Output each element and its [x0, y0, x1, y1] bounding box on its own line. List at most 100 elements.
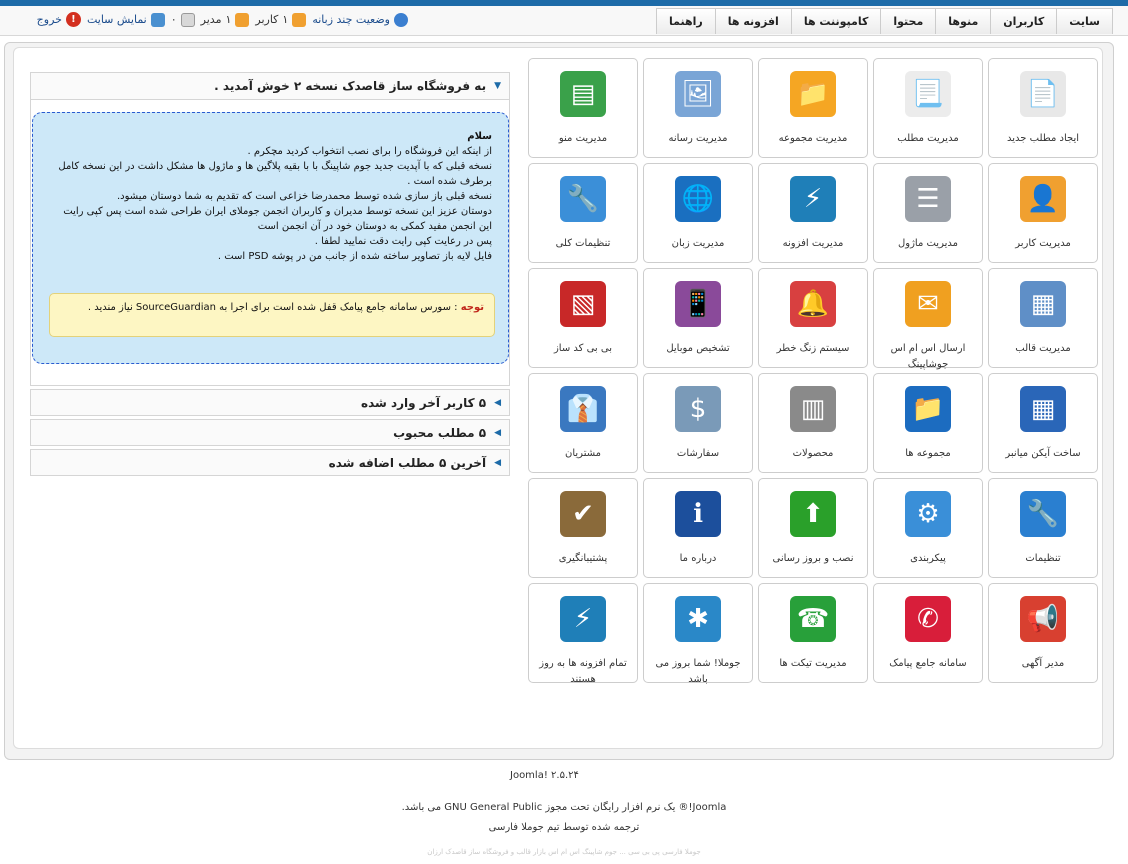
tile-label: مجموعه ها	[905, 448, 951, 459]
quick-icon-tile[interactable]: 📁 مجموعه ها	[873, 373, 983, 473]
folder-icon: 📁	[790, 71, 836, 117]
quick-icon-tile[interactable]: ✱ جوملا! شما بروز می باشد	[643, 583, 753, 685]
sms-icon: ✆	[905, 596, 951, 642]
module-icon: ☰	[905, 176, 951, 222]
menu-components[interactable]: کامپوننت ها	[790, 8, 882, 34]
tile-label: مدیریت مطلب	[897, 133, 959, 144]
tile-label: مدیریت کاربر	[1015, 238, 1071, 249]
tile-label: جوملا! شما بروز می باشد	[655, 658, 741, 685]
multilang-status[interactable]: وضعیت چند زبانه	[312, 12, 408, 27]
quick-icon-tile[interactable]: 🖼 مدیریت رسانه	[643, 58, 753, 158]
tile-label: تمام افزونه ها به روز هستند	[539, 658, 627, 685]
main-menu: سایت کاربران منوها محتوا کامپوننت ها افز…	[656, 8, 1113, 34]
tile-label: پشتیبانگیری	[558, 553, 608, 564]
accordion-title: ۵ مطلب محبوب	[393, 425, 487, 440]
customer-icon: 👔	[560, 386, 606, 432]
quick-icon-tile[interactable]: ⚡ مدیریت افزونه	[758, 163, 868, 263]
quick-icon-tile[interactable]: ▧ بی بی کد ساز	[528, 268, 638, 368]
welcome-accordion-body: سلام از اینکه این فروشگاه را برای نصب ان…	[30, 100, 510, 386]
quick-icon-tile[interactable]: ☎ مدیریت تیکت ها	[758, 583, 868, 683]
quick-icon-tile[interactable]: 📢 مدیر آگهی	[988, 583, 1098, 683]
quick-icon-tile[interactable]: 👤 مدیریت کاربر	[988, 163, 1098, 263]
latest-users-accordion[interactable]: ◀ ۵ کاربر آخر وارد شده	[30, 389, 510, 416]
welcome-title: به فروشگاه ساز قاصدک نسخه ۲ خوش آمدید .	[214, 79, 487, 93]
plugin-icon: ⚡	[790, 176, 836, 222]
ticket-icon: ☎	[790, 596, 836, 642]
admins-count: ۱	[225, 13, 232, 26]
tile-label: مدیریت منو	[558, 133, 608, 144]
welcome-line: از اینکه این فروشگاه را برای نصب انتخواب…	[247, 146, 492, 157]
multilang-label[interactable]: وضعیت چند زبانه	[312, 13, 390, 26]
users-status: ۱ کاربر	[255, 12, 307, 27]
accordion-title: آخرین ۵ مطلب اضافه شده	[328, 455, 487, 470]
welcome-accordion-header[interactable]: ▼ به فروشگاه ساز قاصدک نسخه ۲ خوش آمدید …	[30, 72, 510, 100]
messages-count: ۰	[170, 13, 177, 26]
tile-label: مدیریت تیکت ها	[779, 658, 847, 669]
quick-icon-tile[interactable]: ✉ ارسال اس ام اس جوشاپینگ	[873, 268, 983, 370]
quick-icon-tile[interactable]: ⚡ تمام افزونه ها به روز هستند	[528, 583, 638, 685]
product-icon: ▥	[790, 386, 836, 432]
quick-icon-tile[interactable]: ✆ سامانه جامع پیامک	[873, 583, 983, 683]
quick-icon-tile[interactable]: 🔔 سیستم زنگ خطر	[758, 268, 868, 368]
tile-label: بی بی کد ساز	[553, 343, 613, 354]
monitor-icon	[150, 12, 165, 27]
quick-icon-tile[interactable]: 📃 مدیریت مطلب	[873, 58, 983, 158]
quick-icon-tile[interactable]: ▦ ساخت آیکن میانبر	[988, 373, 1098, 473]
globe-icon: 🌐	[675, 176, 721, 222]
dollar-icon: $	[675, 386, 721, 432]
quick-icon-tile[interactable]: 📱 تشخیص موبایل	[643, 268, 753, 368]
admins-label: مدیر	[200, 13, 222, 26]
admin-icon	[235, 12, 250, 27]
popular-articles-accordion[interactable]: ◀ ۵ مطلب محبوب	[30, 419, 510, 446]
quick-icon-tile[interactable]: 👔 مشتریان	[528, 373, 638, 473]
quick-icon-tile[interactable]: ☰ مدیریت ماژول	[873, 163, 983, 263]
view-site-label[interactable]: نمایش سایت	[87, 13, 147, 26]
quick-icon-tile[interactable]: ⚙ پیکربندی	[873, 478, 983, 578]
menu-content[interactable]: محتوا	[880, 8, 937, 34]
quick-icon-tile[interactable]: 🔧 تنظیمات کلی	[528, 163, 638, 263]
quick-icon-tile[interactable]: ▥ محصولات	[758, 373, 868, 473]
quick-icon-tile[interactable]: ✔ پشتیبانگیری	[528, 478, 638, 578]
category-folder-icon: 📁	[905, 386, 951, 432]
users-label: کاربر	[255, 13, 279, 26]
quick-icon-tile[interactable]: 🌐 مدیریت زبان	[643, 163, 753, 263]
quick-icon-tile[interactable]: 📄 ایجاد مطلب جدید	[988, 58, 1098, 158]
quick-icon-tile[interactable]: $ سفارشات	[643, 373, 753, 473]
menu-help[interactable]: راهنما	[656, 8, 716, 34]
logout-label[interactable]: خروج	[37, 13, 62, 26]
tile-label: درباره ما	[679, 553, 717, 564]
quick-icon-tile[interactable]: 📁 مدیریت مجموعه	[758, 58, 868, 158]
welcome-line: نسخه قبلی باز سازی شده توسط محمدرضا خزاع…	[116, 191, 492, 202]
status-bar: وضعیت چند زبانه ۱ کاربر ۱ مدیر ۰ نمایش س…	[10, 12, 408, 27]
recent-articles-accordion[interactable]: ◀ آخرین ۵ مطلب اضافه شده	[30, 449, 510, 476]
quick-icon-tile[interactable]: ▦ مدیریت قالب	[988, 268, 1098, 368]
tile-label: محصولات	[792, 448, 834, 459]
view-site[interactable]: نمایش سایت	[87, 12, 165, 27]
tile-label: سفارشات	[676, 448, 720, 459]
users-icon	[292, 12, 307, 27]
menu-extensions[interactable]: افزونه ها	[714, 8, 792, 34]
quick-icon-tile[interactable]: 🔧 تنظیمات	[988, 478, 1098, 578]
license-text[interactable]: Joomla!® یک نرم افزار رایگان تحت مجوز GN…	[0, 802, 1128, 813]
menu-site[interactable]: سایت	[1056, 8, 1113, 34]
logout[interactable]: ! خروج	[37, 12, 81, 27]
quick-icon-tile[interactable]: ℹ درباره ما	[643, 478, 753, 578]
megaphone-icon: 📢	[1020, 596, 1066, 642]
messages-status[interactable]: ۰	[170, 12, 195, 27]
quick-icon-tile[interactable]: ⬆ نصب و بروز رسانی	[758, 478, 868, 578]
tile-label: ساخت آیکن میانبر	[1005, 448, 1081, 459]
faint-footer-text: جوملا فارسی پی بی سی ... جوم شاپینگ اس ا…	[427, 848, 701, 856]
menu-users[interactable]: کاربران	[990, 8, 1058, 34]
media-icon: 🖼	[675, 71, 721, 117]
gear-icon: ⚙	[905, 491, 951, 537]
quick-icon-tile[interactable]: ▤ مدیریت منو	[528, 58, 638, 158]
menu-menus[interactable]: منوها	[935, 8, 992, 34]
mobile-icon: 📱	[675, 281, 721, 327]
main-panel: 📄 ایجاد مطلب جدید 📃 مدیریت مطلب 📁 مدیریت مجمو…	[4, 42, 1114, 760]
shortcut-icon: ▦	[1020, 386, 1066, 432]
notice-text: : سورس سامانه جامع پیامک قفل شده است برا…	[87, 302, 458, 313]
translation-credit[interactable]: ترجمه شده توسط تیم جوملا فارسی	[0, 822, 1128, 833]
tile-label: مدیر آگهی	[1021, 658, 1065, 669]
article-icon: 📃	[905, 71, 951, 117]
notice-box: توجه : سورس سامانه جامع پیامک قفل شده اس…	[49, 293, 495, 337]
